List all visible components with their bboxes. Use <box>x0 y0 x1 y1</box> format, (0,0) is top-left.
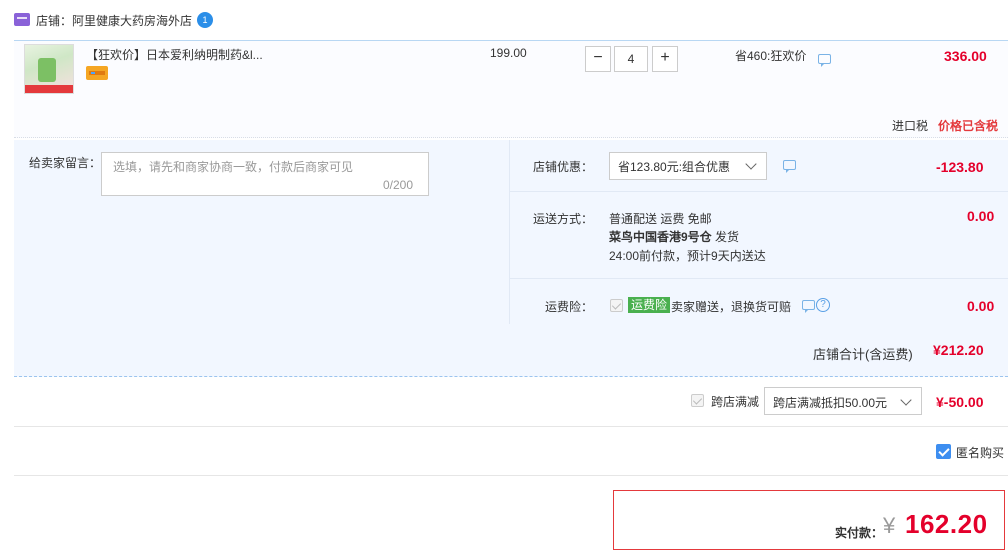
payment-label: 实付款： <box>835 526 884 540</box>
quantity-input[interactable] <box>614 46 648 72</box>
shipping-warehouse: 菜鸟中国香港9号仓 发货 <box>609 228 739 245</box>
chat-icon[interactable] <box>818 54 831 67</box>
item-subtotal: 336.00 <box>944 48 987 64</box>
insurance-checkbox[interactable] <box>610 299 623 312</box>
divider <box>509 278 1008 279</box>
cross-store-selected: 跨店满减抵扣50.00元 <box>773 396 888 410</box>
store-name[interactable]: 店铺：阿里健康大药房海外店 <box>36 12 192 29</box>
shop-promo-selected: 省123.80元:组合优惠 <box>618 160 731 174</box>
shop-promo-amount: -123.80 <box>936 159 984 175</box>
product-title[interactable]: 【狂欢价】日本爱利纳明制药&l... <box>86 46 263 63</box>
insurance-badge: 运费险 <box>628 297 671 313</box>
seller-message-placeholder: 选填，请先和商家协商一致，付款后商家可见 <box>113 160 354 174</box>
shipping-amount: 0.00 <box>967 208 995 224</box>
product-image-band <box>25 85 73 93</box>
insurance-description: 卖家赠送，退换货可赔 <box>671 300 792 314</box>
shipping-label: 运送方式： <box>533 212 594 226</box>
payment-amount: 162.20 <box>905 509 988 539</box>
unit-price: 199.00 <box>490 46 527 60</box>
cross-store-checkbox[interactable] <box>691 394 704 407</box>
insurance-amount: 0.00 <box>967 298 995 314</box>
import-tax-status: 价格已含税 <box>938 119 999 133</box>
product-image-bottle <box>38 58 56 82</box>
quantity-increase-button[interactable]: + <box>652 46 678 72</box>
wangwang-icon[interactable]: 1 <box>197 12 213 28</box>
warehouse-name: 菜鸟中国香港9号仓 <box>609 230 712 244</box>
divider <box>14 475 1008 476</box>
cross-store-label: 跨店满减 <box>711 395 760 409</box>
import-tax-label: 进口税 <box>892 119 929 133</box>
cross-store-amount: ¥-50.00 <box>936 394 984 410</box>
chat-icon[interactable] <box>783 160 796 173</box>
card-icon <box>86 66 108 80</box>
store-total-label: 店铺合计(含运费) <box>813 347 913 362</box>
anonymous-purchase-label[interactable]: 匿名购买 <box>956 444 1004 461</box>
discount-note: 省460:狂欢价 <box>735 49 807 63</box>
divider <box>509 191 1008 192</box>
delivery-estimate: 24:00前付款，预计9天内送达 <box>609 249 766 263</box>
anonymous-purchase-checkbox[interactable] <box>936 444 951 459</box>
store-icon <box>14 13 30 26</box>
insurance-label: 运费险： <box>545 300 594 314</box>
currency-symbol: ¥ <box>883 513 896 538</box>
message-label: 给卖家留言： <box>29 156 102 170</box>
shipping-method: 普通配送 运费 免邮 <box>609 212 712 226</box>
quantity-decrease-button[interactable]: − <box>585 46 611 72</box>
chat-icon[interactable] <box>802 300 815 313</box>
ship-from-text: 发货 <box>711 230 740 244</box>
message-char-counter: 0/200 <box>383 178 414 192</box>
store-total-amount: ¥212.20 <box>933 342 984 358</box>
product-thumbnail[interactable] <box>24 44 74 94</box>
help-icon[interactable]: ? <box>816 298 830 312</box>
divider <box>14 426 1008 427</box>
shop-promo-label: 店铺优惠： <box>533 160 594 174</box>
